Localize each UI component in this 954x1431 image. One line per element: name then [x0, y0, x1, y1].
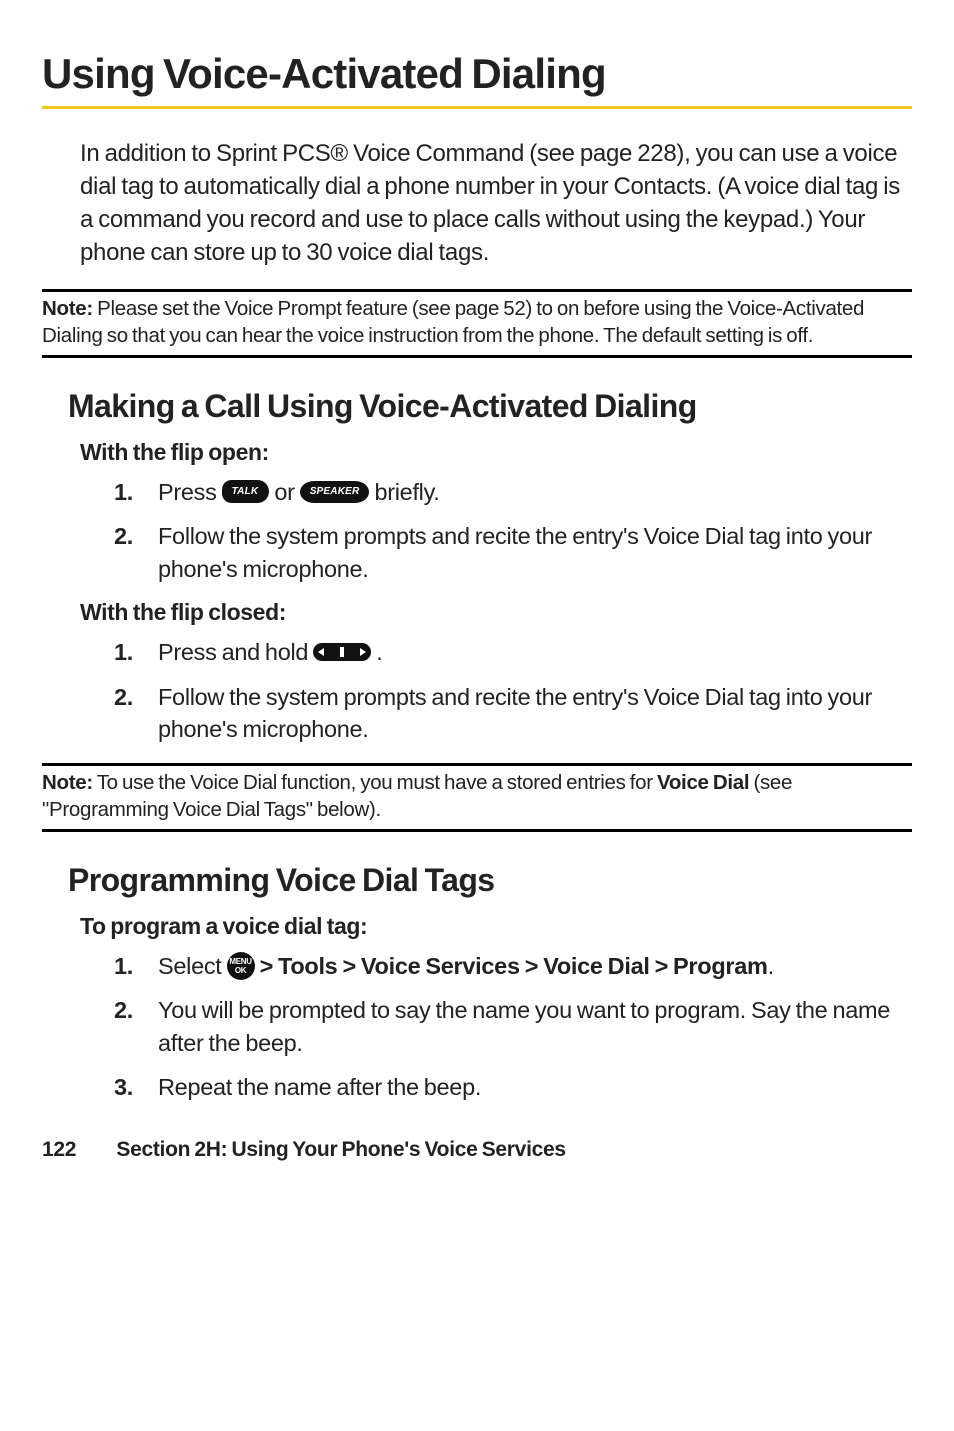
- bar-icon: [340, 647, 344, 657]
- note-label: Note:: [42, 297, 93, 320]
- step-text: Follow the system prompts and recite the…: [158, 684, 872, 742]
- step-number: 2.: [114, 520, 133, 552]
- page-number: 122: [42, 1138, 76, 1161]
- subhead-program: To program a voice dial tag:: [80, 913, 912, 940]
- subhead-flip-closed: With the flip closed:: [80, 599, 912, 626]
- step-text-post: briefly.: [374, 479, 439, 505]
- note-box-2: Note: To use the Voice Dial function, yo…: [42, 763, 912, 831]
- triangle-left-icon: [318, 648, 324, 656]
- step-number: 2.: [114, 681, 133, 713]
- note-bold: Voice Dial: [657, 771, 749, 794]
- note-text: Please set the Voice Prompt feature (see…: [42, 297, 864, 346]
- list-item: 1. Press TALK or SPEAKER briefly.: [114, 476, 912, 508]
- step-text: You will be prompted to say the name you…: [158, 997, 890, 1055]
- step-text: Repeat the name after the beep.: [158, 1074, 481, 1100]
- step-text: Follow the system prompts and recite the…: [158, 523, 872, 581]
- step-text-pre: Press: [158, 479, 222, 505]
- step-number: 3.: [114, 1071, 133, 1103]
- menu-ok-key-icon: MENUOK: [227, 952, 255, 980]
- step-text-pre: Select: [158, 953, 227, 979]
- list-item: 2. Follow the system prompts and recite …: [114, 520, 912, 585]
- list-item: 1. Press and hold .: [114, 636, 912, 668]
- note-label: Note:: [42, 771, 93, 794]
- section-heading-making-call: Making a Call Using Voice-Activated Dial…: [68, 388, 912, 425]
- step-number: 1.: [114, 636, 133, 668]
- list-item: 2. You will be prompted to say the name …: [114, 994, 912, 1059]
- title-underline: [42, 106, 912, 109]
- section-heading-programming: Programming Voice Dial Tags: [68, 862, 912, 899]
- page-footer: 122 Section 2H: Using Your Phone's Voice…: [42, 1138, 912, 1162]
- steps-flip-closed: 1. Press and hold . 2. Follow the system…: [114, 636, 912, 745]
- list-item: 1. Select MENUOK > Tools > Voice Service…: [114, 950, 912, 982]
- step-number: 2.: [114, 994, 133, 1026]
- step-number: 1.: [114, 476, 133, 508]
- talk-key-icon: TALK: [222, 480, 270, 503]
- step-text-pre: Press and hold: [158, 639, 313, 665]
- list-item: 3. Repeat the name after the beep.: [114, 1071, 912, 1103]
- note-text-pre: To use the Voice Dial function, you must…: [93, 771, 657, 794]
- steps-program: 1. Select MENUOK > Tools > Voice Service…: [114, 950, 912, 1104]
- triangle-right-icon: [360, 648, 366, 656]
- subhead-flip-open: With the flip open:: [80, 439, 912, 466]
- intro-paragraph: In addition to Sprint PCS® Voice Command…: [80, 137, 912, 269]
- step-number: 1.: [114, 950, 133, 982]
- step-text-post: .: [376, 639, 382, 665]
- list-item: 2. Follow the system prompts and recite …: [114, 681, 912, 746]
- steps-flip-open: 1. Press TALK or SPEAKER briefly. 2. Fol…: [114, 476, 912, 585]
- step-text-post: .: [768, 953, 774, 979]
- note-box-1: Note: Please set the Voice Prompt featur…: [42, 289, 912, 357]
- page-title: Using Voice-Activated Dialing: [42, 50, 912, 98]
- section-label: Section 2H: Using Your Phone's Voice Ser…: [116, 1138, 565, 1161]
- side-key-icon: [313, 643, 371, 661]
- speaker-key-icon: SPEAKER: [300, 481, 370, 503]
- step-text-mid: or: [274, 479, 299, 505]
- menu-path: > Tools > Voice Services > Voice Dial > …: [260, 953, 768, 979]
